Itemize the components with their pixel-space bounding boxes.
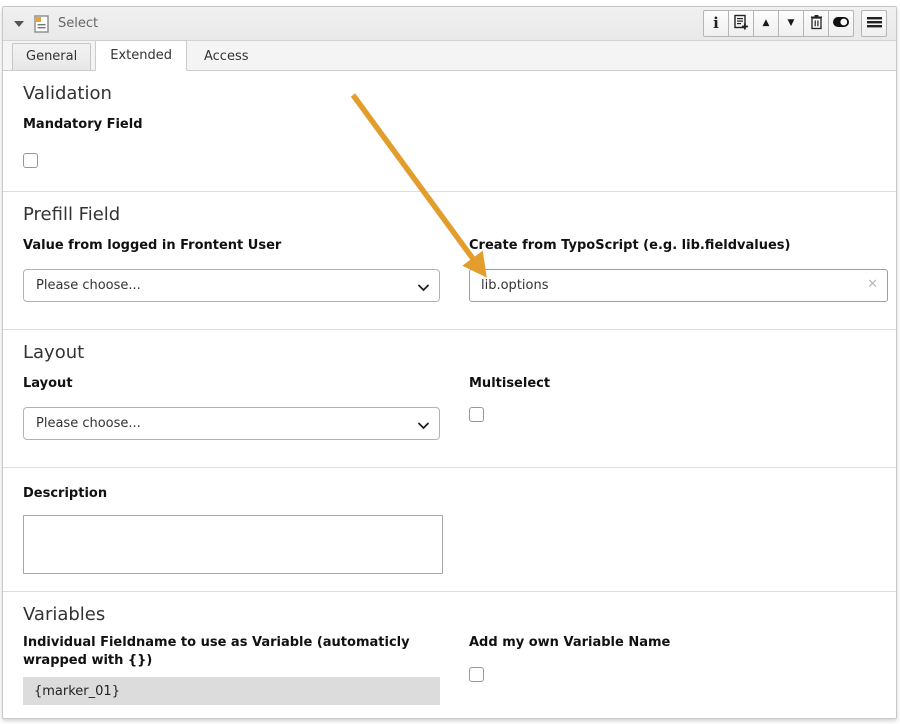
info-icon: i [713, 16, 719, 31]
duplicate-button[interactable] [728, 10, 754, 37]
move-up-icon: ▲ [763, 19, 770, 28]
chevron-down-icon [418, 281, 429, 296]
toolbar-button-group: i ▲ [703, 10, 854, 37]
section-heading: Layout [23, 342, 880, 364]
layout-label: Layout [23, 375, 440, 393]
tab-bar: General Extended Access [3, 41, 896, 71]
own-variable-checkbox[interactable] [469, 667, 484, 682]
toggle-icon [832, 16, 850, 32]
move-down-icon: ▼ [788, 19, 795, 28]
section-description: Description [3, 467, 896, 591]
section-prefill: Prefill Field Value from logged in Front… [3, 191, 896, 329]
multiselect-label: Multiselect [469, 375, 888, 393]
prefill-feuser-label: Value from logged in Frontent User [23, 237, 440, 255]
selected-option-label: Please choose... [36, 416, 141, 431]
delete-button[interactable] [803, 10, 829, 37]
layout-select[interactable]: Please choose... [23, 407, 440, 440]
section-layout: Layout Layout Please choose... Multis [3, 329, 896, 467]
tab-access[interactable]: Access [191, 44, 262, 70]
description-label: Description [23, 485, 880, 503]
hamburger-icon [867, 16, 882, 32]
mandatory-field-label: Mandatory Field [23, 116, 880, 134]
section-heading: Prefill Field [23, 204, 880, 226]
collapse-caret-icon[interactable] [14, 21, 24, 27]
own-variable-label: Add my own Variable Name [469, 634, 888, 652]
section-validation: Validation Mandatory Field [3, 71, 896, 191]
multiselect-checkbox[interactable] [469, 407, 484, 422]
tab-extended[interactable]: Extended [95, 40, 187, 71]
menu-button[interactable] [861, 10, 887, 37]
typoscript-label: Create from TypoScript (e.g. lib.fieldva… [469, 237, 888, 255]
trash-icon [809, 14, 824, 34]
description-textarea[interactable] [23, 515, 443, 574]
clear-input-icon[interactable]: ✕ [867, 277, 878, 292]
duplicate-icon [733, 14, 749, 34]
tab-general[interactable]: General [12, 43, 91, 70]
element-title: Select [58, 16, 98, 31]
form-element-panel: Select i [2, 6, 897, 719]
section-heading: Variables [23, 604, 880, 626]
section-heading: Validation [23, 83, 880, 105]
tab-content: Validation Mandatory Field Prefill Field… [3, 71, 896, 719]
element-header: Select i [3, 7, 896, 41]
variable-readonly-field: {marker_01} [23, 677, 440, 705]
move-up-button[interactable]: ▲ [753, 10, 779, 37]
mandatory-field-checkbox[interactable] [23, 153, 38, 168]
prefill-feuser-select[interactable]: Please choose... [23, 269, 440, 302]
section-variables: Variables Individual Fieldname to use as… [3, 591, 896, 719]
info-button[interactable]: i [703, 10, 729, 37]
selected-option-label: Please choose... [36, 278, 141, 293]
variable-fieldname-label: Individual Fieldname to use as Variable … [23, 634, 440, 670]
toggle-visibility-button[interactable] [828, 10, 854, 37]
move-down-button[interactable]: ▼ [778, 10, 804, 37]
typoscript-input[interactable] [469, 269, 888, 302]
document-icon [34, 15, 49, 33]
element-toolbar: i ▲ [703, 10, 887, 37]
chevron-down-icon [418, 419, 429, 434]
